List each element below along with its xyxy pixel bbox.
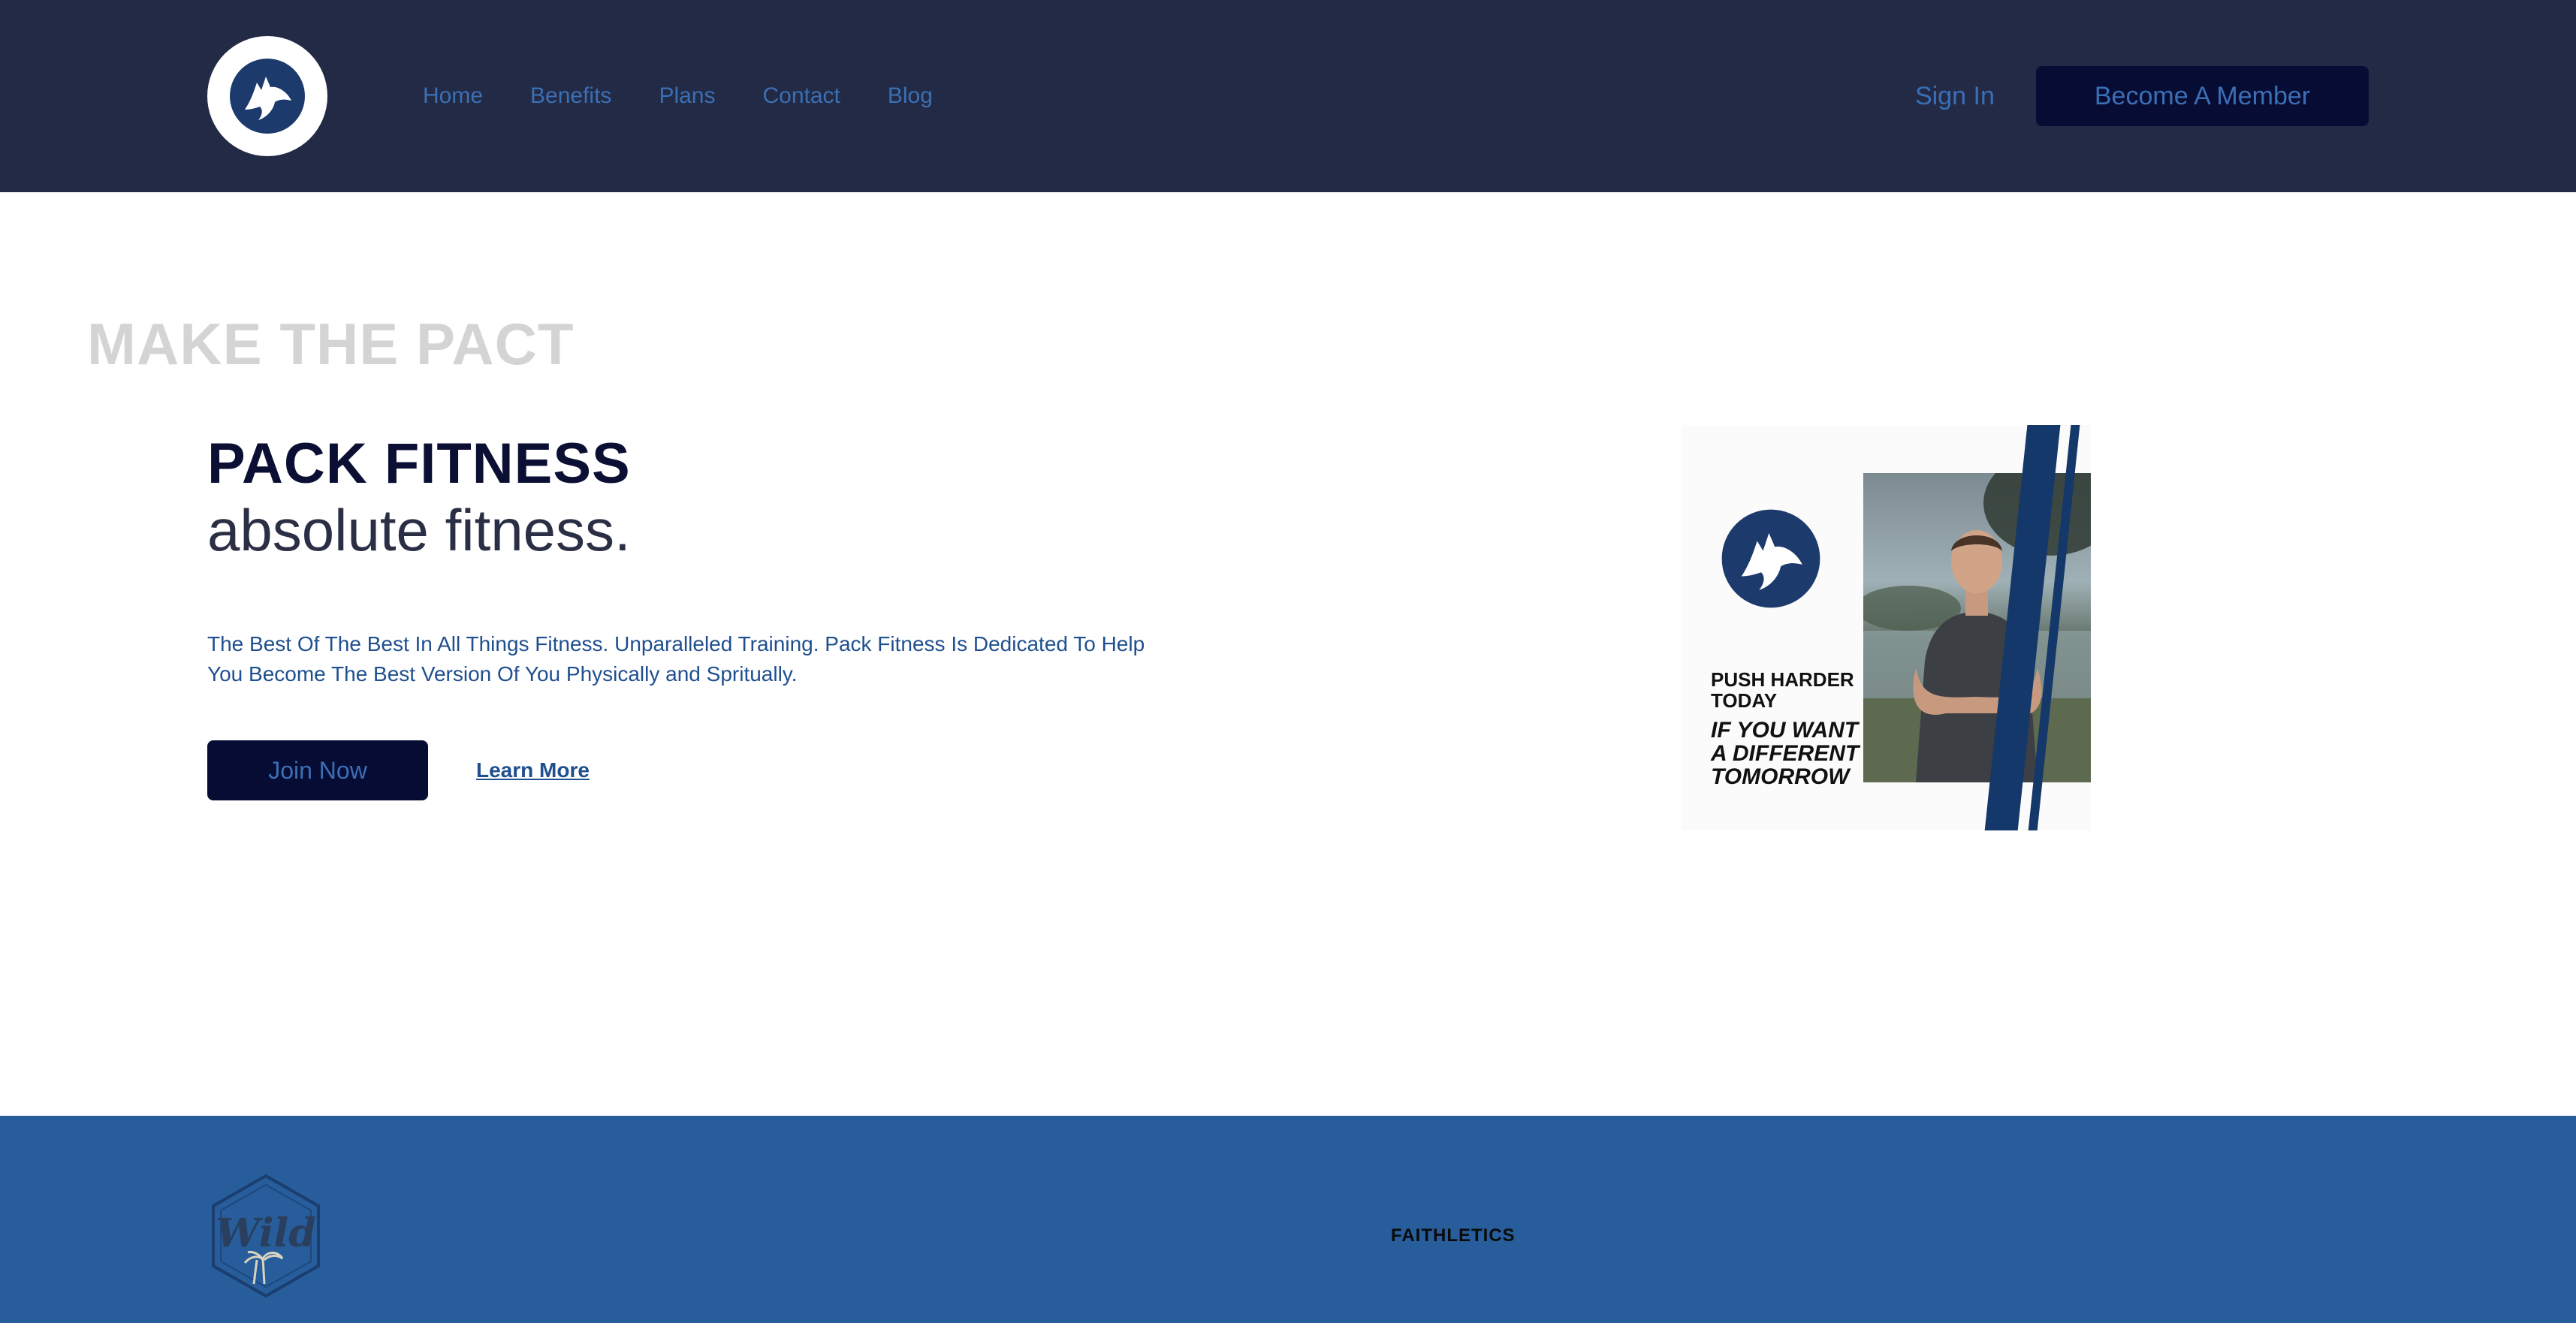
promo-image: PUSH HARDER TODAY IF YOU WANT A DIFFEREN…	[1681, 425, 2091, 830]
become-member-button[interactable]: Become A Member	[2036, 66, 2369, 126]
promo-line-2a: IF YOU WANT	[1711, 718, 1859, 743]
hero-title: PACK FITNESS	[207, 432, 631, 496]
wolf-logo-icon	[1721, 509, 1820, 608]
sign-in-link[interactable]: Sign In	[1915, 78, 1995, 114]
faithletics-logo: FAITHLETICS	[1391, 1225, 1516, 1246]
learn-more-link[interactable]: Learn More	[476, 754, 590, 787]
hero-description-line-1: The Best Of The Best In All Things Fitne…	[207, 632, 1145, 655]
hero-description-line-2: You Become The Best Version Of You Physi…	[207, 662, 798, 686]
main-nav: Home Benefits Plans Contact Blog	[423, 78, 933, 114]
join-now-button[interactable]: Join Now	[207, 740, 428, 800]
nav-item-contact[interactable]: Contact	[762, 78, 840, 114]
nav-item-plans[interactable]: Plans	[659, 78, 715, 114]
promo-line-2c: TOMORROW	[1711, 764, 1850, 789]
nav-item-blog[interactable]: Blog	[888, 78, 933, 114]
nav-item-benefits[interactable]: Benefits	[530, 78, 611, 114]
hero-description: The Best Of The Best In All Things Fitne…	[207, 629, 1184, 689]
site-header: Home Benefits Plans Contact Blog Sign In…	[0, 0, 2576, 192]
wild-badge-logo: Wild	[212, 1174, 320, 1298]
nav-item-home[interactable]: Home	[423, 78, 483, 114]
promo-line-1a: PUSH HARDER	[1711, 668, 1854, 691]
brand-logo[interactable]	[207, 36, 327, 156]
hero-tagline: MAKE THE PACT	[87, 311, 575, 377]
promo-line-2b: A DIFFERENT	[1711, 741, 1860, 766]
hero-subtitle: absolute fitness.	[207, 497, 631, 563]
wolf-logo-icon	[230, 59, 305, 134]
partners-footer	[0, 1116, 2576, 1323]
promo-slogan: PUSH HARDER TODAY IF YOU WANT A DIFFEREN…	[1711, 669, 1859, 788]
wild-badge-text: Wild	[216, 1210, 315, 1256]
promo-line-1b: TODAY	[1711, 689, 1778, 712]
